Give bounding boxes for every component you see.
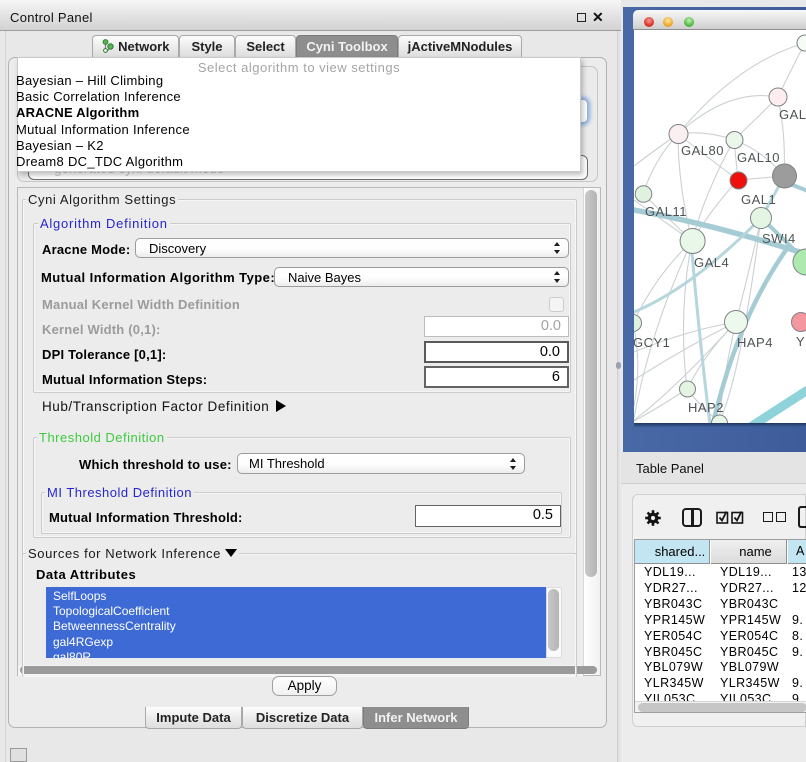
svg-text:HAP2: HAP2	[688, 400, 724, 415]
svg-text:SWI4: SWI4	[762, 231, 796, 246]
svg-text:Y: Y	[796, 334, 805, 349]
svg-text:GAL1: GAL1	[741, 192, 776, 207]
svg-text:GAL10: GAL10	[737, 150, 780, 165]
svg-text:GAL4: GAL4	[694, 255, 729, 270]
svg-text:GAL7: GAL7	[779, 107, 806, 122]
svg-text:GAL80: GAL80	[681, 143, 724, 158]
svg-text:HAP4: HAP4	[737, 335, 773, 350]
svg-text:GCY1: GCY1	[634, 335, 670, 350]
svg-text:GAL11: GAL11	[645, 204, 687, 219]
